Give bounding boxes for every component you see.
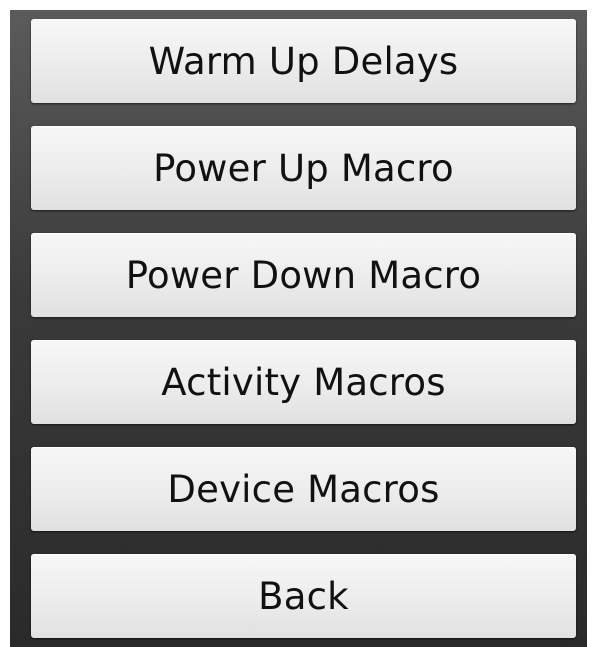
back-button[interactable]: Back — [31, 554, 576, 638]
power-down-macro-button[interactable]: Power Down Macro — [31, 233, 576, 317]
device-macros-label: Device Macros — [167, 467, 440, 511]
power-up-macro-button[interactable]: Power Up Macro — [31, 126, 576, 210]
warm-up-delays-button[interactable]: Warm Up Delays — [31, 19, 576, 103]
power-down-macro-label: Power Down Macro — [125, 253, 482, 297]
activity-macros-button[interactable]: Activity Macros — [31, 340, 576, 424]
power-up-macro-label: Power Up Macro — [153, 146, 454, 190]
back-label: Back — [258, 574, 349, 618]
menu-screen: Warm Up Delays Power Up Macro Power Down… — [10, 10, 587, 647]
menu-button-list: Warm Up Delays Power Up Macro Power Down… — [31, 19, 576, 638]
warm-up-delays-label: Warm Up Delays — [148, 39, 459, 83]
activity-macros-label: Activity Macros — [161, 360, 446, 404]
device-macros-button[interactable]: Device Macros — [31, 447, 576, 531]
